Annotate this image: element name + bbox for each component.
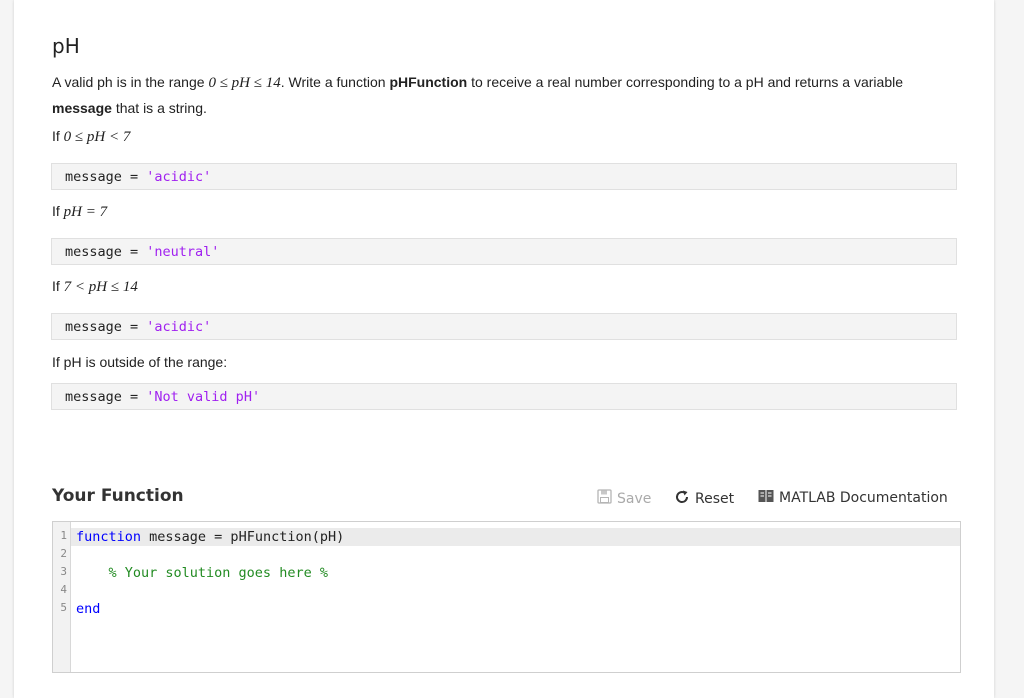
code-line-2[interactable] xyxy=(71,546,960,564)
save-label: Save xyxy=(617,490,652,507)
line-number: 2 xyxy=(60,547,67,560)
code-line-5[interactable]: end xyxy=(71,600,960,618)
code-string: 'acidic' xyxy=(146,319,212,335)
keyword: function xyxy=(76,529,142,545)
comment: % Your solution goes here % xyxy=(76,565,328,581)
condition-1: If 0 ≤ pH < 7 xyxy=(52,124,942,150)
problem-description: A valid ph is in the range 0 ≤ pH ≤ 14. … xyxy=(52,70,942,121)
function-name: pHFunction xyxy=(389,74,468,90)
matlab-documentation-link[interactable]: MATLAB Documentation xyxy=(758,489,948,507)
condition-math: pH = 7 xyxy=(63,204,108,220)
line-number-gutter: 1 2 3 4 5 xyxy=(53,522,71,672)
line-number: 1 xyxy=(60,529,67,542)
condition-prefix: If xyxy=(52,203,64,219)
save-button[interactable]: Save xyxy=(597,489,651,508)
code-block-invalid: message = 'Not valid pH' xyxy=(51,383,957,410)
keyword: end xyxy=(76,601,101,617)
code-variable: message = xyxy=(65,319,147,335)
condition-prefix: If xyxy=(52,278,64,294)
page-title: pH xyxy=(52,34,80,58)
code-variable: message = xyxy=(65,169,147,185)
your-function-title: Your Function xyxy=(52,486,184,506)
condition-prefix: If xyxy=(52,128,64,144)
condition-2: If pH = 7 xyxy=(52,199,942,225)
message-variable-name: message xyxy=(52,100,112,116)
code-line-1[interactable]: function message = pHFunction(pH) xyxy=(71,528,960,546)
code-text: message = pHFunction(pH) xyxy=(141,529,345,545)
line-number: 5 xyxy=(60,601,67,614)
condition-3: If 7 < pH ≤ 14 xyxy=(52,274,942,300)
code-line-3[interactable]: % Your solution goes here % xyxy=(71,564,960,582)
matlab-documentation-label: MATLAB Documentation xyxy=(779,490,948,506)
reset-label: Reset xyxy=(695,491,735,507)
code-string: 'Not valid pH' xyxy=(146,389,261,405)
code-variable: message = xyxy=(65,244,147,260)
condition-4: If pH is outside of the range: xyxy=(52,354,228,370)
code-block-acidic: message = 'acidic' xyxy=(51,163,957,190)
condition-math: 7 < pH ≤ 14 xyxy=(63,279,138,295)
line-number: 4 xyxy=(60,583,67,596)
problem-card: pH A valid ph is in the range 0 ≤ pH ≤ 1… xyxy=(14,0,994,698)
intro-text-2: . Write a function xyxy=(280,74,390,90)
intro-text-1: A valid ph is in the range xyxy=(52,74,209,90)
floppy-disk-icon xyxy=(597,489,612,508)
code-string: 'neutral' xyxy=(146,244,220,260)
reset-button[interactable]: Reset xyxy=(674,489,734,509)
intro-text-4: that is a string. xyxy=(111,100,207,116)
code-line-4[interactable] xyxy=(71,582,960,600)
code-block-neutral: message = 'neutral' xyxy=(51,238,957,265)
circular-arrow-icon xyxy=(674,489,690,509)
intro-text-3: to receive a real number corresponding t… xyxy=(467,74,904,90)
condition-math: 0 ≤ pH < 7 xyxy=(63,129,131,145)
code-string: 'acidic' xyxy=(146,169,212,185)
book-icon xyxy=(758,489,774,507)
code-block-acidic-2: message = 'acidic' xyxy=(51,313,957,340)
range-math: 0 ≤ pH ≤ 14 xyxy=(208,75,281,91)
code-editor[interactable]: 1 2 3 4 5 function message = pHFunction(… xyxy=(52,521,961,673)
code-variable: message = xyxy=(65,389,147,405)
line-number: 3 xyxy=(60,565,67,578)
